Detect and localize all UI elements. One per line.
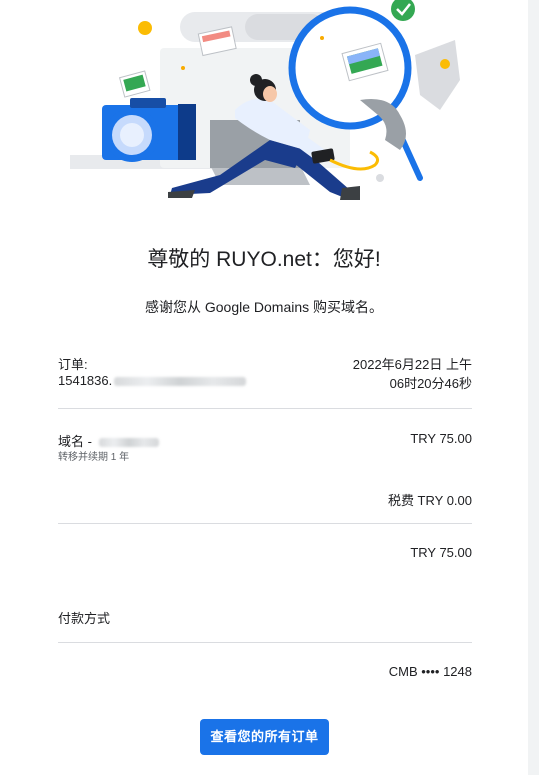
item-subtitle: 转移并续期 1 年: [58, 452, 130, 463]
payment-heading: 付款方式: [58, 611, 111, 626]
tax-amount: 税费 TRY 0.00: [387, 493, 472, 508]
item-price: TRY 75.00: [410, 431, 472, 446]
divider: [58, 523, 472, 524]
item-label: 域名 -: [58, 434, 92, 449]
divider: [58, 642, 472, 643]
order-number-visible: 1541836.: [58, 373, 113, 388]
thanks-message: 感谢您从 Google Domains 购买域名。: [144, 299, 384, 315]
order-label: 订单:: [58, 357, 88, 372]
payment-card: CMB •••• 1248: [388, 664, 472, 679]
greeting-heading: 尊敬的 RUYO.net：您好!: [147, 248, 381, 271]
order-date: 2022年6月22日 上午: [352, 357, 472, 372]
page-scrollbar-area: [528, 0, 539, 775]
order-number-redacted: [114, 377, 247, 387]
domain-name-redacted: [98, 438, 159, 448]
order-time: 06时20分46秒: [389, 376, 472, 391]
view-all-orders-button[interactable]: 查看您的所有订单: [200, 719, 329, 755]
total-amount: TRY 75.00: [410, 545, 472, 560]
divider: [58, 408, 472, 409]
order-number: 1541836.: [58, 373, 247, 388]
hero-illustration: [70, 0, 460, 200]
